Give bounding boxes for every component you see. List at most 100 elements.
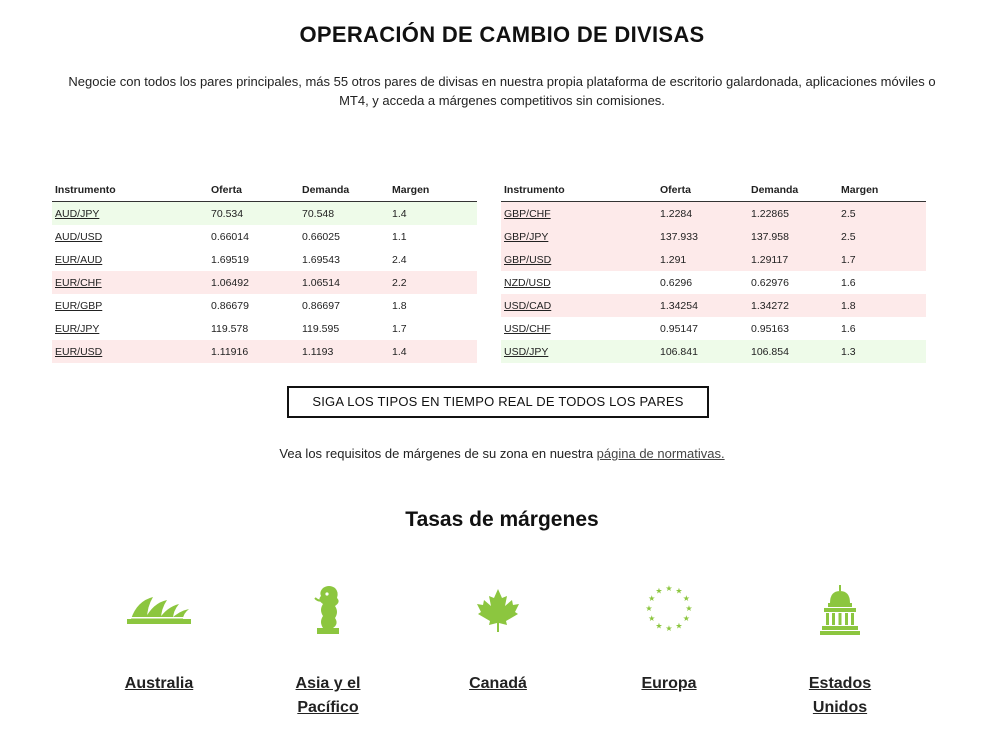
pair-link[interactable]: AUD/USD — [55, 231, 102, 243]
spread-cell: 1.8 — [838, 294, 926, 317]
svg-text:★: ★ — [655, 621, 662, 630]
regulation-page-link[interactable]: página de normativas. — [597, 446, 725, 461]
spread-cell: 2.5 — [838, 225, 926, 248]
spread-cell: 2.2 — [389, 271, 477, 294]
pair-link[interactable]: EUR/AUD — [55, 254, 102, 266]
bid-cell: 137.933 — [657, 225, 748, 248]
pair-link[interactable]: GBP/USD — [504, 254, 551, 266]
col-spread: Margen — [389, 178, 477, 202]
bid-cell: 106.841 — [657, 340, 748, 363]
bid-cell: 1.34254 — [657, 294, 748, 317]
opera-house-icon — [99, 580, 219, 640]
ask-cell: 1.06514 — [299, 271, 389, 294]
pair-link[interactable]: GBP/CHF — [504, 208, 551, 220]
ask-cell: 1.29117 — [748, 248, 838, 271]
pair-link[interactable]: EUR/JPY — [55, 323, 99, 335]
spread-cell: 1.6 — [841, 322, 856, 335]
table-row: USD/JPY 106.841 106.854 1.3 — [501, 340, 926, 363]
spread-cell: 1.4 — [389, 201, 477, 225]
region-link-united-states[interactable]: Estados Unidos — [780, 672, 900, 720]
ask-cell: 0.66025 — [302, 230, 340, 243]
bid-cell: 1.291 — [657, 248, 748, 271]
bid-cell: 1.11916 — [208, 340, 299, 363]
table-row: EUR/JPY 119.578 119.595 1.7 — [52, 317, 477, 340]
bid-cell: 0.95147 — [660, 322, 698, 335]
bid-cell: 0.6296 — [660, 276, 693, 289]
spread-cell: 1.3 — [838, 340, 926, 363]
svg-text:★: ★ — [648, 594, 655, 603]
pair-link[interactable]: EUR/GBP — [55, 300, 102, 312]
table-row: AUD/JPY 70.534 70.548 1.4 — [52, 201, 477, 225]
table-row: NZD/USD 0.6296 0.62976 1.6 — [501, 271, 926, 294]
ask-cell: 1.22865 — [748, 201, 838, 225]
ask-cell: 0.86697 — [302, 299, 340, 312]
col-spread: Margen — [838, 178, 926, 202]
spread-cell: 1.6 — [841, 276, 856, 289]
region-europe[interactable]: ★ ★ ★ ★ ★ ★ ★ ★ ★ ★ ★ ★ Europa — [609, 580, 729, 696]
spread-cell: 1.8 — [392, 299, 407, 312]
ask-cell: 119.595 — [302, 322, 340, 335]
region-canada[interactable]: Canadá — [438, 580, 558, 696]
page-title: OPERACIÓN DE CAMBIO DE DIVISAS — [299, 22, 705, 47]
table-row: EUR/GBP 0.86679 0.86697 1.8 — [52, 294, 477, 317]
col-instrument: Instrumento — [501, 178, 657, 202]
bid-cell: 1.69519 — [211, 253, 249, 266]
svg-text:★: ★ — [683, 614, 690, 623]
pair-link[interactable]: EUR/CHF — [55, 277, 102, 289]
region-link-canada[interactable]: Canadá — [438, 672, 558, 696]
bid-cell: 119.578 — [211, 322, 249, 335]
svg-text:★: ★ — [645, 604, 652, 613]
svg-text:★: ★ — [685, 604, 692, 613]
col-bid: Oferta — [657, 178, 748, 202]
intro-text: Negocie con todos los pares principales,… — [68, 74, 936, 108]
region-link-australia[interactable]: Australia — [99, 672, 219, 696]
maple-leaf-icon — [438, 580, 558, 640]
eu-stars-icon: ★ ★ ★ ★ ★ ★ ★ ★ ★ ★ ★ ★ — [609, 580, 729, 640]
spread-cell: 1.7 — [392, 322, 407, 335]
rates-table-left: Instrumento Oferta Demanda Margen AUD/JP… — [52, 178, 477, 363]
spread-cell: 1.4 — [389, 340, 477, 363]
table-header-row: Instrumento Oferta Demanda Margen — [52, 178, 477, 202]
live-rates-button[interactable]: SIGA LOS TIPOS EN TIEMPO REAL DE TODOS L… — [287, 386, 709, 418]
rates-table-right: Instrumento Oferta Demanda Margen GBP/CH… — [501, 178, 926, 363]
regulation-note: Vea los requisitos de márgenes de su zon… — [0, 446, 1004, 461]
svg-text:★: ★ — [675, 621, 682, 630]
table-row: GBP/CHF 1.2284 1.22865 2.5 — [501, 201, 926, 225]
margins-heading: Tasas de márgenes — [405, 508, 599, 531]
bid-cell: 0.66014 — [211, 230, 249, 243]
pair-link[interactable]: EUR/USD — [55, 346, 102, 358]
table-row: GBP/JPY 137.933 137.958 2.5 — [501, 225, 926, 248]
pair-link[interactable]: USD/CHF — [504, 323, 551, 335]
col-ask: Demanda — [748, 178, 838, 202]
ask-cell: 1.34272 — [748, 294, 838, 317]
col-ask: Demanda — [299, 178, 389, 202]
merlion-icon — [268, 580, 388, 640]
region-united-states[interactable]: Estados Unidos — [780, 580, 900, 720]
table-row: USD/CAD 1.34254 1.34272 1.8 — [501, 294, 926, 317]
spread-cell: 2.4 — [392, 253, 407, 266]
table-row: AUD/USD 0.66014 0.66025 1.1 — [52, 225, 477, 248]
region-link-europe[interactable]: Europa — [609, 672, 729, 696]
table-header-row: Instrumento Oferta Demanda Margen — [501, 178, 926, 202]
pair-link[interactable]: GBP/JPY — [504, 231, 548, 243]
region-asia-pacific[interactable]: Asia y el Pacífico — [268, 580, 388, 720]
ask-cell: 70.548 — [299, 201, 389, 225]
svg-text:★: ★ — [665, 624, 672, 633]
region-australia[interactable]: Australia — [99, 580, 219, 696]
ask-cell: 1.1193 — [299, 340, 389, 363]
pair-link[interactable]: AUD/JPY — [55, 208, 99, 220]
pair-link[interactable]: USD/CAD — [504, 300, 551, 312]
region-link-asia-pacific[interactable]: Asia y el Pacífico — [268, 672, 388, 720]
ask-cell: 0.62976 — [751, 276, 789, 289]
pair-link[interactable]: NZD/USD — [504, 277, 551, 289]
col-instrument: Instrumento — [52, 178, 208, 202]
pair-link[interactable]: USD/JPY — [504, 346, 548, 358]
ask-cell: 106.854 — [748, 340, 838, 363]
svg-text:★: ★ — [665, 584, 672, 593]
bid-cell: 1.06492 — [208, 271, 299, 294]
spread-cell: 2.5 — [838, 201, 926, 225]
svg-text:★: ★ — [655, 587, 662, 596]
table-row: EUR/CHF 1.06492 1.06514 2.2 — [52, 271, 477, 294]
ask-cell: 137.958 — [748, 225, 838, 248]
regulation-note-text: Vea los requisitos de márgenes de su zon… — [279, 446, 597, 461]
